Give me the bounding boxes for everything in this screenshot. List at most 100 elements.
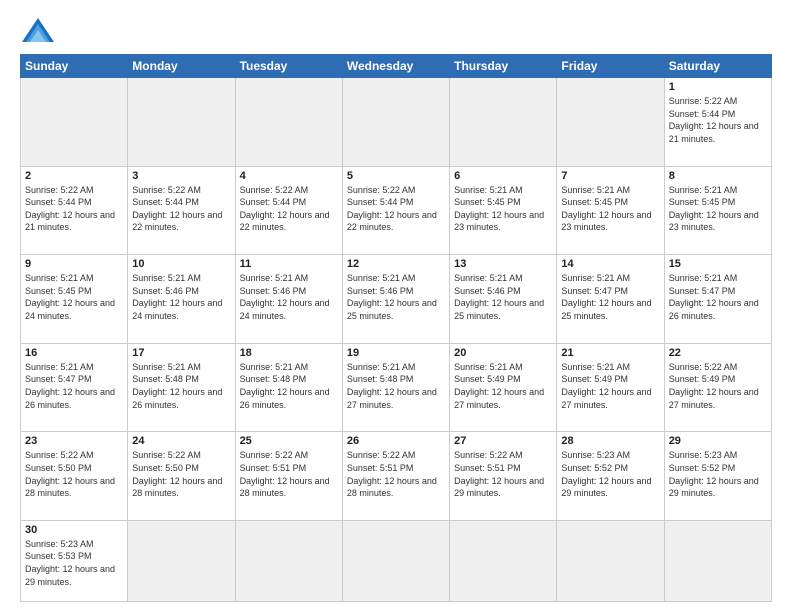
day-info: Sunrise: 5:21 AMSunset: 5:47 PMDaylight:…	[669, 272, 767, 322]
table-row	[450, 78, 557, 167]
table-row: 4 Sunrise: 5:22 AMSunset: 5:44 PMDaylight…	[235, 166, 342, 255]
day-number: 2	[25, 170, 123, 182]
table-row: 18Sunrise: 5:21 AMSunset: 5:48 PMDayligh…	[235, 343, 342, 432]
day-info: Sunrise: 5:21 AMSunset: 5:46 PMDaylight:…	[240, 272, 338, 322]
day-info: Sunrise: 5:21 AMSunset: 5:48 PMDaylight:…	[347, 361, 445, 411]
table-row: 27Sunrise: 5:22 AMSunset: 5:51 PMDayligh…	[450, 432, 557, 521]
day-info: Sunrise: 5:23 AMSunset: 5:52 PMDaylight:…	[561, 449, 659, 499]
day-number: 17	[132, 347, 230, 359]
table-row: 12Sunrise: 5:21 AMSunset: 5:46 PMDayligh…	[342, 255, 449, 344]
table-row: 20Sunrise: 5:21 AMSunset: 5:49 PMDayligh…	[450, 343, 557, 432]
day-number: 16	[25, 347, 123, 359]
day-info: Sunrise: 5:22 AMSunset: 5:50 PMDaylight:…	[25, 449, 123, 499]
col-saturday: Saturday	[664, 55, 771, 78]
table-row: 10 Sunrise: 5:21 AMSunset: 5:46 PMDayligh…	[128, 255, 235, 344]
day-number: 30	[25, 524, 123, 536]
table-row	[342, 78, 449, 167]
table-row: 24 Sunrise: 5:22 AMSunset: 5:50 PMDayligh…	[128, 432, 235, 521]
day-info: Sunrise: 5:22 AMSunset: 5:44 PMDaylight:…	[132, 184, 230, 234]
table-row: 7Sunrise: 5:21 AMSunset: 5:45 PMDaylight…	[557, 166, 664, 255]
day-number: 23	[25, 435, 123, 447]
day-info: Sunrise: 5:21 AMSunset: 5:45 PMDaylight:…	[561, 184, 659, 234]
table-row: 9 Sunrise: 5:21 AMSunset: 5:45 PMDaylight…	[21, 255, 128, 344]
day-number: 21	[561, 347, 659, 359]
day-number: 13	[454, 258, 552, 270]
table-row	[128, 78, 235, 167]
table-row: 2 Sunrise: 5:22 AMSunset: 5:44 PMDaylight…	[21, 166, 128, 255]
day-info: Sunrise: 5:21 AMSunset: 5:45 PMDaylight:…	[25, 272, 123, 322]
day-number: 20	[454, 347, 552, 359]
table-row	[342, 520, 449, 601]
logo	[20, 16, 62, 44]
col-tuesday: Tuesday	[235, 55, 342, 78]
table-row	[557, 78, 664, 167]
day-info: Sunrise: 5:21 AMSunset: 5:46 PMDaylight:…	[132, 272, 230, 322]
day-info: Sunrise: 5:21 AMSunset: 5:47 PMDaylight:…	[561, 272, 659, 322]
table-row	[664, 520, 771, 601]
col-monday: Monday	[128, 55, 235, 78]
day-info: Sunrise: 5:21 AMSunset: 5:46 PMDaylight:…	[454, 272, 552, 322]
day-info: Sunrise: 5:21 AMSunset: 5:48 PMDaylight:…	[132, 361, 230, 411]
day-number: 3	[132, 170, 230, 182]
day-info: Sunrise: 5:22 AMSunset: 5:49 PMDaylight:…	[669, 361, 767, 411]
col-thursday: Thursday	[450, 55, 557, 78]
day-number: 24	[132, 435, 230, 447]
table-row: 19 Sunrise: 5:21 AMSunset: 5:48 PMDayligh…	[342, 343, 449, 432]
day-number: 4	[240, 170, 338, 182]
day-info: Sunrise: 5:22 AMSunset: 5:44 PMDaylight:…	[669, 95, 767, 145]
day-info: Sunrise: 5:22 AMSunset: 5:44 PMDaylight:…	[240, 184, 338, 234]
day-info: Sunrise: 5:21 AMSunset: 5:45 PMDaylight:…	[454, 184, 552, 234]
day-number: 11	[240, 258, 338, 270]
table-row: 6 Sunrise: 5:21 AMSunset: 5:45 PMDaylight…	[450, 166, 557, 255]
day-number: 10	[132, 258, 230, 270]
table-row: 28Sunrise: 5:23 AMSunset: 5:52 PMDayligh…	[557, 432, 664, 521]
day-number: 6	[454, 170, 552, 182]
day-info: Sunrise: 5:22 AMSunset: 5:44 PMDaylight:…	[347, 184, 445, 234]
day-number: 9	[25, 258, 123, 270]
table-row: 14 Sunrise: 5:21 AMSunset: 5:47 PMDayligh…	[557, 255, 664, 344]
day-info: Sunrise: 5:21 AMSunset: 5:47 PMDaylight:…	[25, 361, 123, 411]
table-row: 26 Sunrise: 5:22 AMSunset: 5:51 PMDayligh…	[342, 432, 449, 521]
calendar-table: Sunday Monday Tuesday Wednesday Thursday…	[20, 54, 772, 602]
day-number: 29	[669, 435, 767, 447]
col-sunday: Sunday	[21, 55, 128, 78]
table-row	[557, 520, 664, 601]
day-number: 19	[347, 347, 445, 359]
calendar-header-row: Sunday Monday Tuesday Wednesday Thursday…	[21, 55, 772, 78]
day-info: Sunrise: 5:23 AMSunset: 5:52 PMDaylight:…	[669, 449, 767, 499]
table-row	[21, 78, 128, 167]
table-row: 23 Sunrise: 5:22 AMSunset: 5:50 PMDayligh…	[21, 432, 128, 521]
table-row: 21Sunrise: 5:21 AMSunset: 5:49 PMDayligh…	[557, 343, 664, 432]
table-row: 8 Sunrise: 5:21 AMSunset: 5:45 PMDaylight…	[664, 166, 771, 255]
day-info: Sunrise: 5:21 AMSunset: 5:45 PMDaylight:…	[669, 184, 767, 234]
day-number: 14	[561, 258, 659, 270]
table-row	[450, 520, 557, 601]
day-number: 8	[669, 170, 767, 182]
day-info: Sunrise: 5:22 AMSunset: 5:51 PMDaylight:…	[240, 449, 338, 499]
day-info: Sunrise: 5:22 AMSunset: 5:51 PMDaylight:…	[454, 449, 552, 499]
table-row: 13 Sunrise: 5:21 AMSunset: 5:46 PMDayligh…	[450, 255, 557, 344]
page: Sunday Monday Tuesday Wednesday Thursday…	[0, 0, 792, 612]
header	[20, 16, 772, 44]
day-number: 26	[347, 435, 445, 447]
day-info: Sunrise: 5:22 AMSunset: 5:50 PMDaylight:…	[132, 449, 230, 499]
day-info: Sunrise: 5:23 AMSunset: 5:53 PMDaylight:…	[25, 538, 123, 588]
table-row: 25 Sunrise: 5:22 AMSunset: 5:51 PMDayligh…	[235, 432, 342, 521]
day-number: 18	[240, 347, 338, 359]
table-row: 1Sunrise: 5:22 AMSunset: 5:44 PMDaylight…	[664, 78, 771, 167]
day-number: 25	[240, 435, 338, 447]
table-row: 22 Sunrise: 5:22 AMSunset: 5:49 PMDayligh…	[664, 343, 771, 432]
day-info: Sunrise: 5:22 AMSunset: 5:51 PMDaylight:…	[347, 449, 445, 499]
col-friday: Friday	[557, 55, 664, 78]
table-row: 29 Sunrise: 5:23 AMSunset: 5:52 PMDayligh…	[664, 432, 771, 521]
table-row: 16 Sunrise: 5:21 AMSunset: 5:47 PMDayligh…	[21, 343, 128, 432]
table-row: 15 Sunrise: 5:21 AMSunset: 5:47 PMDayligh…	[664, 255, 771, 344]
table-row: 11 Sunrise: 5:21 AMSunset: 5:46 PMDayligh…	[235, 255, 342, 344]
col-wednesday: Wednesday	[342, 55, 449, 78]
day-info: Sunrise: 5:22 AMSunset: 5:44 PMDaylight:…	[25, 184, 123, 234]
day-number: 15	[669, 258, 767, 270]
logo-icon	[20, 16, 56, 44]
table-row	[128, 520, 235, 601]
day-number: 22	[669, 347, 767, 359]
table-row: 17 Sunrise: 5:21 AMSunset: 5:48 PMDayligh…	[128, 343, 235, 432]
